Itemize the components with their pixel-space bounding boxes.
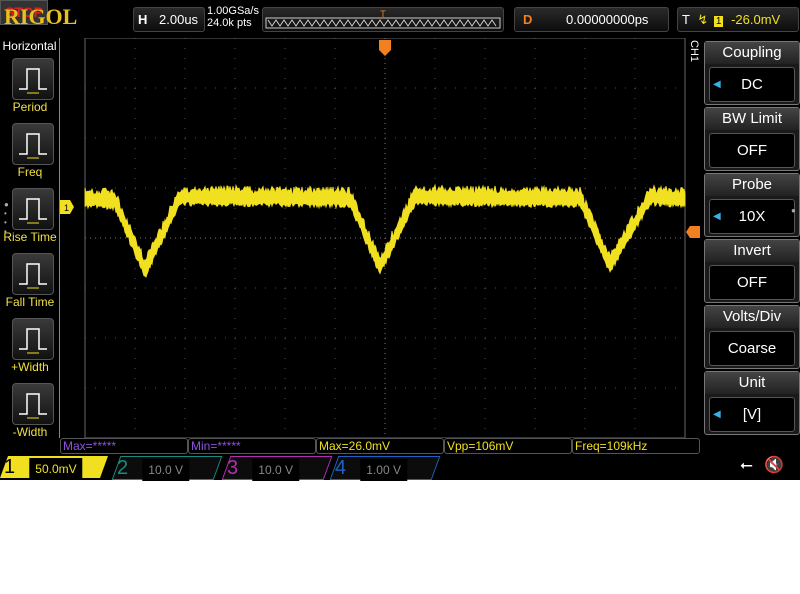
waveform-display: 1 [60, 38, 700, 438]
menu-title: Invert [705, 240, 799, 262]
channel-scale: 10.0 V [142, 459, 189, 481]
menu-probe[interactable]: Probe 10X ◀ [704, 173, 800, 237]
positive-width-button[interactable] [12, 318, 54, 360]
menu-title: Probe [705, 174, 799, 196]
negative-width-button[interactable] [12, 383, 54, 425]
channel-scale: 10.0 V [252, 459, 299, 481]
trigger-position-marker [379, 40, 391, 56]
menu-value: Coarse [709, 331, 795, 366]
measurement-item[interactable]: Vpp=106mV [444, 438, 572, 454]
trigger-box[interactable]: T ↯ 1 -26.0mV [677, 7, 799, 32]
page-indicator: ● • • • [4, 200, 9, 236]
channel-number: 3 [227, 457, 245, 479]
rise-time-button[interactable] [12, 188, 54, 230]
channel-scale: 50.0mV [29, 458, 82, 480]
trigger-level: -26.0mV [731, 12, 780, 27]
sample-rate: 1.00GSa/s [207, 5, 259, 17]
fall-time-button[interactable] [12, 253, 54, 295]
channel-4-button[interactable]: 4 1.00 V [330, 456, 441, 480]
menu-item-label: Rise Time [0, 230, 60, 244]
menu-unit[interactable]: Unit [V] ◀ [704, 371, 800, 435]
menu-title: BW Limit [705, 108, 799, 130]
channel-label: CH1 [688, 40, 700, 62]
page-indicator-right: ● [791, 206, 796, 215]
channel-2-button[interactable]: 2 10.0 V [112, 456, 223, 480]
horizontal-measure-menu: Horizontal Period Freq Rise Time Fall Time +… [0, 38, 60, 438]
menu-coupling[interactable]: Coupling DC ◀ [704, 41, 800, 105]
acquisition-info: 1.00GSa/s 24.0k pts [207, 5, 259, 29]
menu-value: DC ◀ [709, 67, 795, 102]
freq-button[interactable] [12, 123, 54, 165]
channel-1-button[interactable]: 1 50.0mV [0, 456, 108, 478]
channel-number: 2 [117, 457, 135, 479]
menu-title: Coupling [705, 42, 799, 64]
channel-3-button[interactable]: 3 10.0 V [222, 456, 333, 480]
positive-width-icon [13, 319, 53, 359]
left-arrow-icon: ◀ [713, 200, 721, 233]
menu-value: OFF [709, 265, 795, 300]
menu-title: Unit [705, 372, 799, 394]
usb-icon: ⭠ [740, 457, 753, 475]
memory-waveform-preview: T [263, 8, 503, 31]
menu-value: [V] ◀ [709, 397, 795, 432]
measurement-item[interactable]: Freq=109kHz [572, 438, 700, 454]
memory-overview[interactable]: T [262, 7, 504, 32]
measurement-item[interactable]: Min=***** [188, 438, 316, 454]
memory-depth: 24.0k pts [207, 17, 259, 29]
timebase-value: 2.00us [159, 12, 198, 27]
trigger-source: 1 [714, 16, 724, 27]
channel-scale: 1.00 V [360, 459, 407, 481]
menu-item-label: -Width [0, 425, 60, 439]
sound-muted-icon[interactable]: 🔇 [764, 455, 784, 475]
delay-label: D [523, 12, 532, 27]
rising-edge-icon: ↯ [697, 12, 708, 27]
rise-time-icon [13, 189, 53, 229]
negative-width-icon [13, 384, 53, 424]
timebase-label: H [138, 12, 147, 27]
trigger-label: T [682, 12, 690, 27]
menu-invert[interactable]: Invert OFF [704, 239, 800, 303]
trigger-level-marker [686, 226, 700, 238]
menu-item-label: Freq [0, 165, 60, 179]
channel-number: 4 [335, 457, 353, 479]
measurement-item[interactable]: Max=***** [60, 438, 188, 454]
menu-title: Volts/Div [705, 306, 799, 328]
delay-box[interactable]: D 0.00000000ps [514, 7, 669, 32]
period-icon [13, 59, 53, 99]
period-button[interactable] [12, 58, 54, 100]
rigol-logo: RIGOL [4, 4, 77, 30]
freq-icon [13, 124, 53, 164]
delay-value: 0.00000000ps [566, 12, 648, 27]
left-arrow-icon: ◀ [713, 398, 721, 431]
menu-item-label: Fall Time [0, 295, 60, 309]
menu-value: 10X ◀ [709, 199, 795, 234]
oscilloscope-screen: RIGOL STOP H 2.00us 1.00GSa/s 24.0k pts … [0, 0, 800, 480]
menu-item-label: Period [0, 100, 60, 114]
trigger-position-icon: T [380, 9, 386, 19]
left-arrow-icon: ◀ [713, 68, 721, 101]
menu-bw-limit[interactable]: BW Limit OFF [704, 107, 800, 171]
menu-item-label: +Width [0, 360, 60, 374]
channel-1-marker-label: 1 [64, 203, 69, 213]
fall-time-icon [13, 254, 53, 294]
menu-value: OFF [709, 133, 795, 168]
channel-1-waveform [85, 185, 685, 277]
measurement-item[interactable]: Max=26.0mV [316, 438, 444, 454]
menu-volts-div[interactable]: Volts/Div Coarse [704, 305, 800, 369]
channel-number: 1 [4, 456, 22, 478]
timebase-box[interactable]: H 2.00us [133, 7, 205, 32]
menu-title: Horizontal [0, 39, 59, 53]
